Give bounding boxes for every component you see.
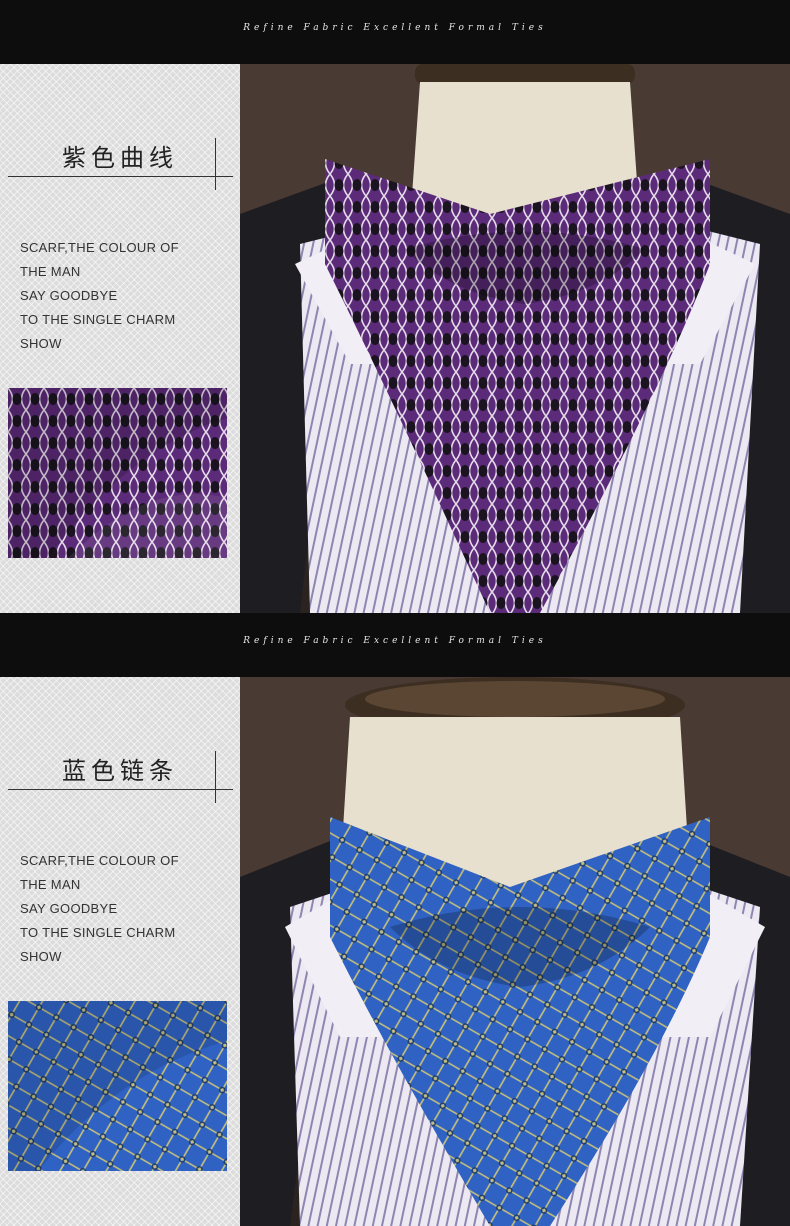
title-underline — [8, 176, 233, 177]
slogan-text: SCARF,THE COLOUR OF THE MAN SAY GOODBYE … — [20, 236, 230, 356]
banner-tagline: Refine Fabric Excellent Formal Ties — [243, 23, 547, 33]
info-panel: 蓝色链条 SCARF,THE COLOUR OF THE MAN SAY GOO… — [0, 677, 240, 1226]
slogan-line: SHOW — [20, 336, 62, 351]
slogan-line: THE MAN — [20, 264, 81, 279]
slogan-line: TO THE SINGLE CHARM — [20, 925, 176, 940]
product-photo — [240, 677, 790, 1226]
product-photo — [240, 64, 790, 613]
title-divider — [215, 138, 216, 190]
product-section-purple: Refine Fabric Excellent Formal Ties 紫色曲线… — [0, 0, 790, 613]
slogan-line: SCARF,THE COLOUR OF — [20, 240, 179, 255]
fabric-swatch-image — [8, 388, 227, 558]
top-banner: Refine Fabric Excellent Formal Ties — [0, 0, 790, 64]
slogan-line: THE MAN — [20, 877, 81, 892]
fabric-swatch-image — [8, 1001, 227, 1171]
product-title: 蓝色链条 — [62, 757, 178, 785]
slogan-line: SCARF,THE COLOUR OF — [20, 853, 179, 868]
product-title: 紫色曲线 — [62, 144, 178, 172]
slogan-line: SAY GOODBYE — [20, 901, 118, 916]
slogan-line: SHOW — [20, 949, 62, 964]
slogan-line: TO THE SINGLE CHARM — [20, 312, 176, 327]
info-panel: 紫色曲线 SCARF,THE COLOUR OF THE MAN SAY GOO… — [0, 64, 240, 613]
top-banner: Refine Fabric Excellent Formal Ties — [0, 613, 790, 677]
slogan-line: SAY GOODBYE — [20, 288, 118, 303]
product-section-blue: Refine Fabric Excellent Formal Ties 蓝色链条… — [0, 613, 790, 1226]
banner-tagline: Refine Fabric Excellent Formal Ties — [243, 636, 547, 646]
slogan-text: SCARF,THE COLOUR OF THE MAN SAY GOODBYE … — [20, 849, 230, 969]
title-underline — [8, 789, 233, 790]
title-divider — [215, 751, 216, 803]
